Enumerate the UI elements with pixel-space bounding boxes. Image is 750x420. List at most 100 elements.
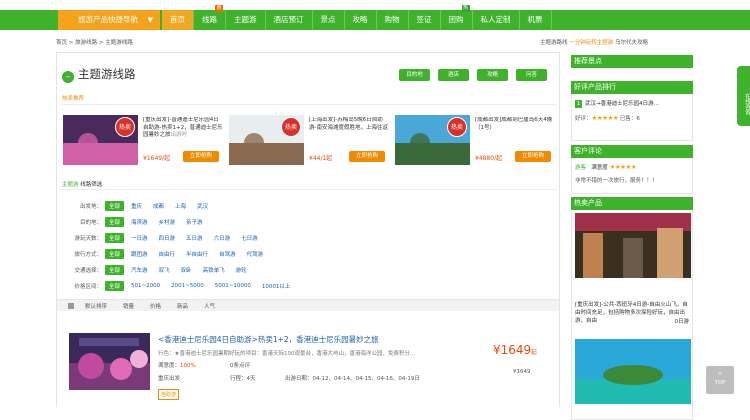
hot-seal: 热卖 <box>115 117 135 137</box>
buy-now-button[interactable]: 立即抢购 <box>349 151 385 162</box>
nav-item[interactable]: 热团购 <box>441 5 473 30</box>
hot-product-text[interactable]: [成都出发]成都到巴厘岛6天4晚（1号） <box>475 117 555 147</box>
top-link-c[interactable]: 乌尔代夫攻略 <box>615 40 648 46</box>
buy-now-button[interactable]: 立即抢购 <box>515 151 551 162</box>
nav-badge: 热 <box>461 5 470 12</box>
hot-product-image[interactable]: 热卖 <box>395 115 470 165</box>
hot-product-card[interactable]: 热卖 [重庆出发]-普通迪士尼乐园4日自助游-热卖1+2，普通迪士尼乐园暑妙之旅… <box>63 115 223 167</box>
filter-tag[interactable]: 一日游 <box>127 233 152 243</box>
filter-tag[interactable]: 自驾游 <box>215 249 240 259</box>
back-to-top-button[interactable]: ⌃ TOP <box>706 366 734 394</box>
filter-tag[interactable]: 全部 <box>105 233 125 243</box>
nav-item[interactable]: 首页 <box>162 10 194 30</box>
result-title[interactable]: <香港迪士尼乐园4日自助游>热卖1+2，香港迪士尼乐园暑妙之旅 <box>158 334 379 345</box>
nav-item[interactable]: 主题游 <box>226 10 266 30</box>
filter-heading: 主题游 线路筛选 <box>62 182 103 188</box>
nav-item[interactable]: 购物 <box>377 10 409 30</box>
hot-seal: 热卖 <box>281 117 301 137</box>
hot-product-image[interactable]: 热卖 <box>229 115 304 165</box>
title-button[interactable]: 酒店 <box>438 69 469 81</box>
hot-product-image[interactable]: 热卖 <box>63 115 138 165</box>
filter-tag[interactable]: 双卧 <box>177 265 196 275</box>
filter-tag[interactable]: 汽车游 <box>127 265 152 275</box>
filter-tag[interactable]: 跟团游 <box>127 249 152 259</box>
rank-item[interactable]: 1 武汉→香港迪士尼乐园4日游... <box>575 99 689 108</box>
hot-product-image[interactable] <box>575 213 691 278</box>
category-menu[interactable]: 旅游产品快捷导航 ▼ <box>58 10 160 30</box>
filter-row: 目的地： 全部 海滨游 乡村游 亲子游 <box>62 217 210 227</box>
filter-tag[interactable]: 全部 <box>105 249 125 259</box>
sort-option[interactable]: 销量 <box>123 302 134 310</box>
title-button[interactable]: 目的地 <box>399 69 430 81</box>
online-consult[interactable]: 在线咨询 <box>737 66 750 126</box>
chevron-down-icon: ▼ <box>147 16 153 24</box>
top-link-a[interactable]: 主题游路线 <box>540 40 568 46</box>
hot-product-card[interactable]: 热卖 [上海出发]-苏梅岛5晚6日自助游-南安海滩度假胜地，上海往返 ¥44/1… <box>229 115 389 167</box>
filter-tag[interactable]: 2001~5000 <box>167 282 208 290</box>
nav-item[interactable]: 私人定制 <box>473 10 520 30</box>
filter-tag[interactable]: 代驾游 <box>243 249 268 259</box>
hot-product-price: ¥44/1起 <box>309 155 333 162</box>
filter-tag[interactable]: 双飞 <box>155 265 174 275</box>
nav-item[interactable]: 签证 <box>409 10 441 30</box>
filter-tag[interactable]: 上海 <box>171 201 190 211</box>
filter-tag[interactable]: 乡村游 <box>155 217 180 227</box>
sidebar-rank: 好评产品排行 1 武汉→香港迪士尼乐园4日游... 好评：★★★★★ 已售：6 <box>571 81 693 141</box>
sort-option[interactable]: 价格 <box>150 302 161 310</box>
sort-option[interactable]: 新品 <box>177 302 188 310</box>
filter-tag[interactable]: 全部 <box>105 217 125 227</box>
hot-label: 热卖推荐 <box>62 96 85 102</box>
filter-tag[interactable]: 四日游 <box>155 233 180 243</box>
sidebar-reviews: 客户评论 游客 满意度 ★★★★★ 非常不错的一次旅行，服务！！！ <box>571 145 693 194</box>
sidebar-hot: 热卖产品 [重庆出发]-公共-西班牙4日游-自由火山飞，自由时间充足，包括购物多… <box>571 197 693 420</box>
hot-product-text[interactable]: [上海出发]-苏梅岛5晚6日自助游-南安海滩度假胜地，上海往返 <box>309 117 389 147</box>
filter-tag[interactable]: 10001以上 <box>258 281 295 291</box>
origin: 重庆出发 <box>158 376 181 382</box>
nav-item[interactable]: 惠线路 <box>194 5 226 30</box>
hot-product-image-2[interactable] <box>575 339 691 404</box>
title-button[interactable]: 问答 <box>516 69 547 81</box>
filter-tag[interactable]: 重庆 <box>127 201 146 211</box>
trip-days: 行程：4天 <box>230 376 256 382</box>
hot-seal: 热卖 <box>447 117 467 137</box>
filter-row: 交通选择： 全部 汽车游 双飞 双卧 高铁单飞 游轮 <box>62 265 254 275</box>
hot-product-text[interactable]: [重庆出发]-普通迪士尼乐园4日自助游-热卖1+2，普通迪士尼乐园暑妙之旅出游时 <box>143 117 223 147</box>
filter-label: 游玩天数： <box>74 236 102 242</box>
result-image[interactable] <box>69 333 150 390</box>
result-desc: 行色：★香港迪士尼乐园暑期好玩的项目：香港天际100观景台，香港大屿山，香港海洋… <box>158 351 416 357</box>
top-links: 主题游路线 一分钟玩转主题游 乌尔代夫攻略 <box>540 38 648 46</box>
filter-tag[interactable]: 五日游 <box>182 233 207 243</box>
filter-tag[interactable]: 武汉 <box>193 201 212 211</box>
filter-tag[interactable]: 全部 <box>105 281 125 291</box>
hot-product-price: ¥1649/起 <box>143 155 171 162</box>
top-link-b[interactable]: 一分钟玩转主题游 <box>569 40 613 46</box>
nav-item[interactable]: 机票 <box>520 10 552 30</box>
filter-tag[interactable]: 亲子游 <box>182 217 207 227</box>
filter-tag[interactable]: 501~2000 <box>127 282 164 290</box>
filter-label: 交通选择： <box>74 268 102 274</box>
filter-tag[interactable]: 游轮 <box>232 265 251 275</box>
nav-item[interactable]: 景点 <box>313 10 345 30</box>
filter-row: 游玩天数： 全部 一日游 四日游 五日游 六日游 七日游 <box>62 233 265 243</box>
filter-tag[interactable]: 半自由行 <box>182 249 212 259</box>
title-button[interactable]: 攻略 <box>477 69 508 81</box>
filter-tag[interactable]: 海滨游 <box>127 217 152 227</box>
filter-tag[interactable]: 全部 <box>105 201 125 211</box>
filter-row: 旅行方式： 全部 跟团游 自由行 半自由行 自驾游 代驾游 <box>62 249 270 259</box>
filter-tag[interactable]: 自由行 <box>155 249 180 259</box>
buy-now-button[interactable]: 立即抢购 <box>183 151 219 162</box>
hot-product-card[interactable]: 热卖 [成都出发]成都到巴厘岛6天4晚（1号） ¥4880/起 立即抢购 <box>395 115 555 167</box>
sort-option[interactable]: 默认排序 <box>85 302 107 310</box>
filter-tag[interactable]: 高铁单飞 <box>199 265 229 275</box>
review-count[interactable]: 0条点评 <box>230 361 250 369</box>
nav-item[interactable]: 攻略 <box>345 10 377 30</box>
sort-option[interactable]: 人气 <box>204 302 215 310</box>
filter-tag[interactable]: 成都 <box>149 201 168 211</box>
hot-product-price: ¥4880/起 <box>475 155 503 162</box>
filter-tag[interactable]: 全部 <box>105 265 125 275</box>
breadcrumb: 首页 > 旅游线路 > 主题游线路 <box>56 40 133 46</box>
nav-item[interactable]: 酒店预订 <box>266 10 313 30</box>
filter-tag[interactable]: 七日游 <box>237 233 262 243</box>
filter-tag[interactable]: 六日游 <box>210 233 235 243</box>
filter-tag[interactable]: 5001~10000 <box>211 282 255 290</box>
